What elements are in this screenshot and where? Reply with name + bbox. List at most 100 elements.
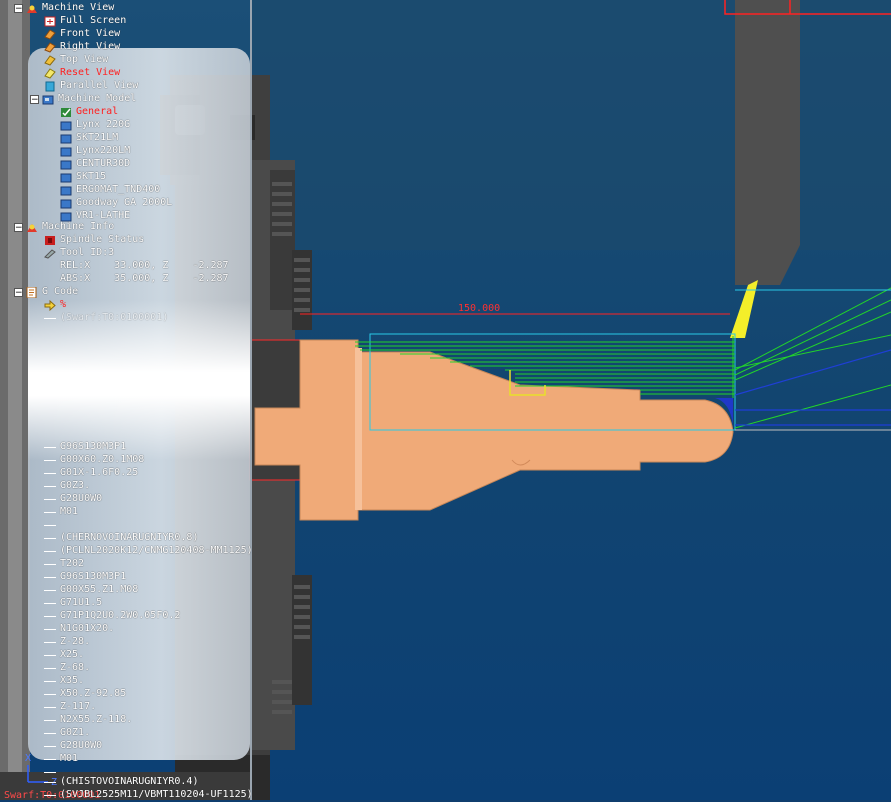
gcode-line-text: (PCLNL2020K12/CNMG120408-MM1125) [60,545,253,557]
gcode-line[interactable]: G00X60.Z0.1M08 [44,454,144,467]
gcode-line-text: G71U1.5 [60,597,103,609]
gcode-line[interactable]: G96S130M3P1 [44,571,126,584]
fullscreen-icon [44,16,56,27]
gcode-line-text: Z-28. [60,636,91,648]
tree-node-machine-view[interactable]: − Machine View [14,2,114,15]
gcode-line[interactable]: G28U0W0 [44,740,102,753]
rel-position-text: REL:X 33.000, Z -2.287 [60,260,229,272]
tree-node-machine-info[interactable]: − Machine Info [14,221,114,234]
gcode-line-text: (SVJBL2525M11/VBMT110204-UF1125) [60,789,253,801]
gcode-line[interactable]: G0Z3. [44,480,90,493]
gcode-line[interactable]: G28U0W0 [44,493,102,506]
tool-icon [44,248,56,259]
tree-node-label: Right View [60,41,121,53]
gcode-line[interactable] [44,519,60,532]
model-label: Lynx 220G [76,119,131,131]
gcode-line[interactable]: (PCLNL2020K12/CNMG120408-MM1125) [44,545,253,558]
gcode-line-connector [44,499,56,500]
gcode-line[interactable]: X50.Z-92.85 [44,688,126,701]
collapse-toggle[interactable]: − [14,223,23,233]
model-item[interactable]: SKT15 [60,171,106,184]
tree-node-tool-id[interactable]: Tool ID:3 [44,247,114,260]
machine-icon [60,133,72,144]
rel-position: REL:X 33.000, Z -2.287 [60,260,229,273]
right-view-icon [44,42,56,53]
gcode-line-text: G0Z1. [60,727,91,739]
gcode-line-connector [44,447,56,448]
gcode-line-connector [44,603,56,604]
gcode-line[interactable]: (CHISTOVOINARUGNIYR0.4) [44,776,198,789]
gcode-line-connector [44,564,56,565]
gcode-line[interactable]: (CHERNOVOINARUGNIYR0.8) [44,532,198,545]
model-item[interactable]: Lynx 220G [60,119,130,132]
tree-node-full-screen[interactable]: Full Screen [44,15,126,28]
gcode-line-connector [44,795,56,796]
gcode-line[interactable]: X35. [44,675,84,688]
model-item[interactable]: CENTUR30D [60,158,130,171]
gcode-line[interactable]: N1G01X20. [44,623,114,636]
tree-node-spindle-status[interactable]: Spindle Status [44,234,144,247]
top-view-icon [44,55,56,66]
gcode-line[interactable]: G00X55.Z1.M08 [44,584,138,597]
model-label: Lynx220LM [76,145,131,157]
gcode-line-text: G28U0W0 [60,740,103,752]
gcode-line-connector [44,486,56,487]
model-label: SKT21LM [76,132,119,144]
gcode-line[interactable]: G71U1.5 [44,597,102,610]
gcode-line[interactable]: (Swarf:T0:0100001) [44,312,168,325]
gcode-line[interactable]: X25. [44,649,84,662]
gcode-line[interactable]: Z-68. [44,662,90,675]
gcode-line-text: G00X60.Z0.1M08 [60,454,145,466]
gcode-line[interactable]: Z-28. [44,636,90,649]
gcode-line-connector [44,720,56,721]
model-item-general[interactable]: General [60,106,118,119]
gcode-line-connector [44,668,56,669]
gcode-line[interactable]: G01X-1.6F0.25 [44,467,138,480]
machine-info-icon [26,222,38,233]
gcode-line-connector [44,782,56,783]
tree-node-reset-view[interactable]: Reset View [44,67,120,80]
tree-node-top-view[interactable]: Top View [44,54,108,67]
abs-position: ABS:X 35.000, Z -2.287 [60,273,229,286]
collapse-toggle[interactable]: − [14,4,23,14]
tree-node-label: Full Screen [60,15,127,27]
gcode-line[interactable]: (SVJBL2525M11/VBMT110204-UF1125) [44,789,253,802]
gcode-line-connector [44,642,56,643]
tree-node-label: Machine Model [58,93,137,105]
model-item[interactable]: Goodway GA 2000L [60,197,172,210]
model-item[interactable]: Lynx220LM [60,145,130,158]
machine-view-tree[interactable]: − Machine View Full Screen Front View Ri… [0,0,300,800]
gcode-current-line[interactable]: % [44,299,66,312]
tree-node-label: Machine Info [42,221,115,233]
collapse-toggle[interactable]: − [14,288,23,298]
gcode-line[interactable]: G96S130M3P1 [44,441,126,454]
gcode-line[interactable]: T202 [44,558,84,571]
tree-node-parallel-view[interactable]: Parallel View [44,80,138,93]
tree-node-g-code[interactable]: − G Code [14,286,78,299]
machine-model-icon [42,94,54,105]
gcode-line-connector [44,525,56,526]
gcode-line[interactable]: G0Z1. [44,727,90,740]
gcode-line[interactable]: Z-117. [44,701,96,714]
tree-node-right-view[interactable]: Right View [44,41,120,54]
tree-node-front-view[interactable]: Front View [44,28,120,41]
machine-icon [60,120,72,131]
gcode-line-connector [44,772,56,773]
model-label: SKT15 [76,171,107,183]
gcode-line[interactable]: M01 [44,506,78,519]
gcode-line-connector [44,616,56,617]
arrow-right-icon [44,299,56,312]
gcode-line[interactable]: G71P1Q2U0.2W0.05F0.2 [44,610,180,623]
gcode-line-connector [44,694,56,695]
gcode-line[interactable]: M01 [44,753,78,766]
tree-node-label: G Code [42,286,79,298]
tree-node-machine-model[interactable]: − Machine Model [30,93,136,106]
tree-node-label: Parallel View [60,80,139,92]
tree-node-label: Tool ID:3 [60,247,115,259]
tree-node-label: Top View [60,54,109,66]
collapse-toggle[interactable]: − [30,95,39,105]
gcode-line[interactable]: N2X55.Z-118. [44,714,132,727]
model-item[interactable]: SKT21LM [60,132,118,145]
gcode-line-text: Z-68. [60,662,91,674]
model-item[interactable]: ERGOMAT_TND400 [60,184,160,197]
